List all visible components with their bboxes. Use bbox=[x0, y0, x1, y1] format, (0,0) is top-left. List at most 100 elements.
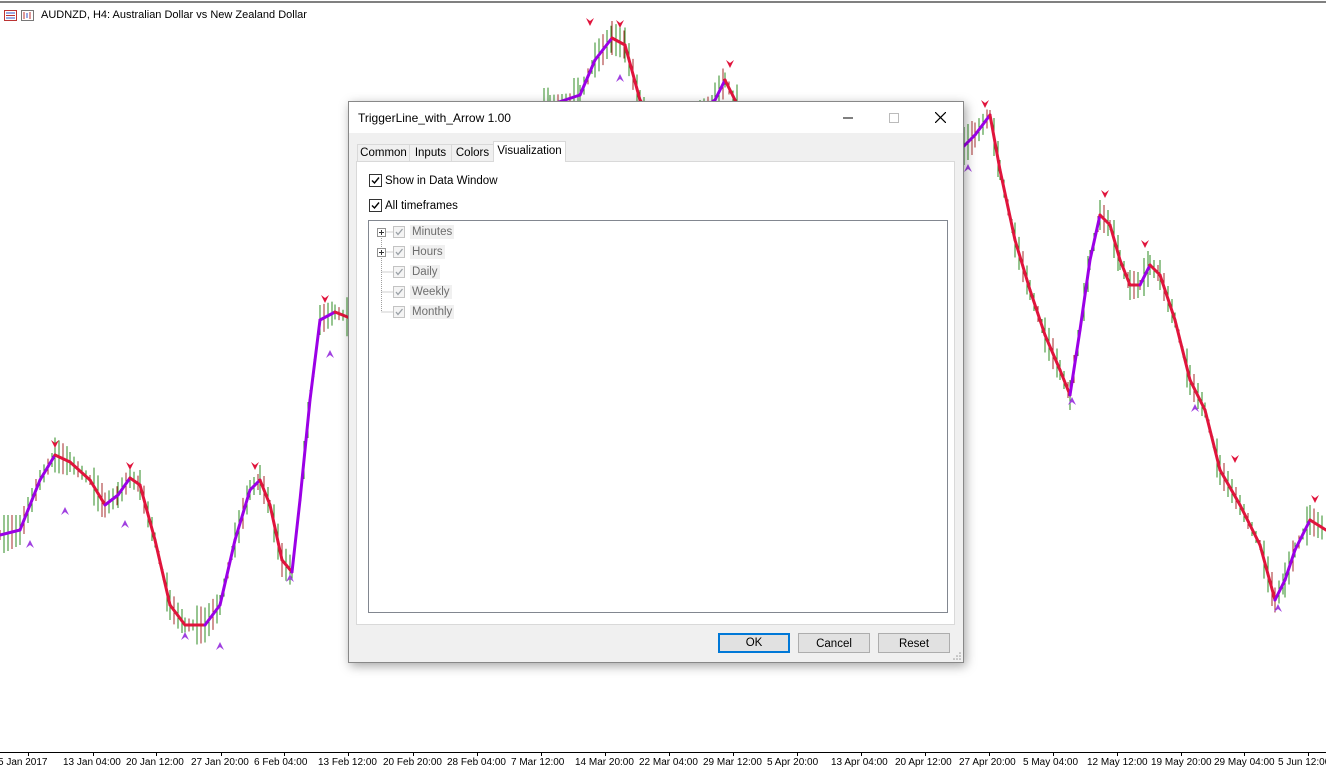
hours-checkbox[interactable] bbox=[393, 246, 405, 258]
trigger-line-segment bbox=[116, 476, 132, 497]
sell-arrow-icon bbox=[126, 462, 134, 470]
tab-colors[interactable]: Colors bbox=[451, 144, 494, 161]
all-timeframes-checkbox[interactable] bbox=[369, 199, 382, 212]
time-axis-label: 28 Feb 04:00 bbox=[447, 757, 506, 768]
chart-header: AUDNZD, H4: Australian Dollar vs New Zea… bbox=[4, 7, 307, 23]
trigger-line-segment bbox=[1068, 328, 1082, 397]
minutes-checkbox[interactable] bbox=[393, 226, 405, 238]
reset-button[interactable]: Reset bbox=[878, 633, 950, 653]
cancel-button[interactable]: Cancel bbox=[798, 633, 870, 653]
daily-checkbox[interactable] bbox=[393, 266, 405, 278]
trigger-line-segment bbox=[138, 483, 157, 542]
show-in-data-window-option[interactable]: Show in Data Window bbox=[369, 174, 498, 187]
sell-arrow-icon bbox=[1141, 240, 1149, 248]
time-axis-label: 13 Feb 12:00 bbox=[318, 757, 377, 768]
dialog-title: TriggerLine_with_Arrow 1.00 bbox=[358, 111, 511, 125]
close-button[interactable] bbox=[917, 102, 963, 133]
time-axis-tick bbox=[477, 753, 478, 756]
checkmark-icon bbox=[395, 248, 404, 256]
show-in-data-window-checkbox[interactable] bbox=[369, 174, 382, 187]
time-axis-tick bbox=[413, 753, 414, 756]
maximize-icon bbox=[889, 112, 899, 123]
time-axis: 5 Jan 2017 13 Jan 04:00 20 Jan 12:00 27 Jan… bbox=[0, 752, 1326, 773]
trigger-line-segment bbox=[68, 460, 92, 482]
time-axis-tick bbox=[733, 753, 734, 756]
checkmark-icon bbox=[371, 177, 380, 185]
indicator-properties-dialog: TriggerLine_with_Arrow 1.00 Common Input… bbox=[348, 101, 964, 663]
maximize-button[interactable] bbox=[871, 102, 917, 133]
tree-item-weekly[interactable]: Weekly bbox=[377, 282, 452, 302]
trigger-line-segment bbox=[610, 36, 627, 47]
time-axis-tick bbox=[28, 753, 29, 756]
time-axis-tick bbox=[605, 753, 606, 756]
tab-inputs[interactable]: Inputs bbox=[409, 144, 452, 161]
buy-arrow-icon bbox=[1068, 397, 1076, 405]
time-axis-tick bbox=[1181, 753, 1182, 756]
trigger-line-segment bbox=[1218, 468, 1242, 507]
visualization-panel: Show in Data Window All timeframes Minut… bbox=[356, 161, 955, 625]
sell-arrow-icon bbox=[321, 295, 329, 303]
sell-arrow-icon bbox=[616, 20, 624, 28]
tab-visualization[interactable]: Visualization bbox=[493, 141, 566, 162]
ok-button[interactable]: OK bbox=[718, 633, 790, 653]
tree-item-minutes[interactable]: Minutes bbox=[377, 222, 455, 242]
dialog-titlebar[interactable]: TriggerLine_with_Arrow 1.00 bbox=[349, 102, 963, 133]
minimize-button[interactable] bbox=[825, 102, 871, 133]
tree-item-label: Monthly bbox=[410, 305, 455, 319]
tree-item-label: Hours bbox=[410, 245, 445, 259]
time-axis-tick bbox=[156, 753, 157, 756]
trigger-line-segment bbox=[268, 503, 284, 562]
tree-item-label: Daily bbox=[410, 265, 440, 279]
trigger-line-segment bbox=[290, 498, 302, 574]
trigger-line-segment bbox=[298, 398, 312, 502]
chart-list-icon[interactable] bbox=[4, 9, 17, 21]
expand-plus-icon[interactable] bbox=[377, 247, 386, 257]
tree-item-monthly[interactable]: Monthly bbox=[377, 302, 455, 322]
sell-arrow-icon bbox=[1231, 455, 1239, 463]
time-axis-label: 5 Jan 2017 bbox=[0, 757, 48, 768]
time-axis-label: 5 May 04:00 bbox=[1023, 757, 1079, 768]
tree-item-hours[interactable]: Hours bbox=[377, 242, 445, 262]
time-axis-label: 7 Mar 12:00 bbox=[511, 757, 565, 768]
time-axis-label: 13 Jan 04:00 bbox=[63, 757, 121, 768]
tree-item-daily[interactable]: Daily bbox=[377, 262, 440, 282]
time-axis-label: 6 Feb 04:00 bbox=[254, 757, 308, 768]
trigger-line-segment bbox=[218, 538, 237, 607]
all-timeframes-option[interactable]: All timeframes bbox=[369, 199, 458, 212]
time-axis-tick bbox=[1244, 753, 1245, 756]
time-axis-label: 5 Jun 12:00 bbox=[1278, 757, 1326, 768]
resize-grip-icon[interactable] bbox=[953, 652, 962, 661]
all-timeframes-label: All timeframes bbox=[385, 199, 458, 212]
sell-arrow-icon bbox=[1101, 190, 1109, 198]
weekly-checkbox[interactable] bbox=[393, 286, 405, 298]
sell-arrow-icon bbox=[251, 462, 259, 470]
trigger-line-segment bbox=[998, 168, 1017, 242]
tab-common[interactable]: Common bbox=[357, 144, 410, 161]
indicator-list-icon[interactable] bbox=[21, 9, 34, 21]
expand-plus-icon[interactable] bbox=[377, 227, 386, 237]
time-axis-label: 13 Apr 04:00 bbox=[831, 757, 888, 768]
time-axis-tick bbox=[861, 753, 862, 756]
trigger-line-segment bbox=[308, 318, 322, 402]
time-axis-label: 20 Feb 20:00 bbox=[383, 757, 442, 768]
monthly-checkbox[interactable] bbox=[393, 306, 405, 318]
trigger-line-segment bbox=[1173, 318, 1192, 382]
trigger-line-segment bbox=[18, 478, 42, 532]
time-axis-tick bbox=[797, 753, 798, 756]
trigger-line-segment bbox=[623, 43, 642, 102]
show-in-data-window-label: Show in Data Window bbox=[385, 174, 498, 187]
buy-arrow-icon bbox=[216, 642, 224, 650]
trigger-line-segment bbox=[578, 58, 597, 97]
trigger-line-segment bbox=[1238, 503, 1262, 547]
sell-arrow-icon bbox=[586, 18, 594, 26]
checkmark-icon bbox=[395, 288, 404, 296]
time-axis-tick bbox=[284, 753, 285, 756]
minimize-icon bbox=[843, 117, 853, 118]
time-axis-tick bbox=[1117, 753, 1118, 756]
time-axis-label: 14 Mar 20:00 bbox=[575, 757, 634, 768]
trigger-line-segment bbox=[1028, 288, 1047, 337]
time-axis-tick bbox=[1053, 753, 1054, 756]
time-axis-label: 27 Jan 20:00 bbox=[191, 757, 249, 768]
buy-arrow-icon bbox=[61, 507, 69, 515]
time-axis-tick bbox=[221, 753, 222, 756]
